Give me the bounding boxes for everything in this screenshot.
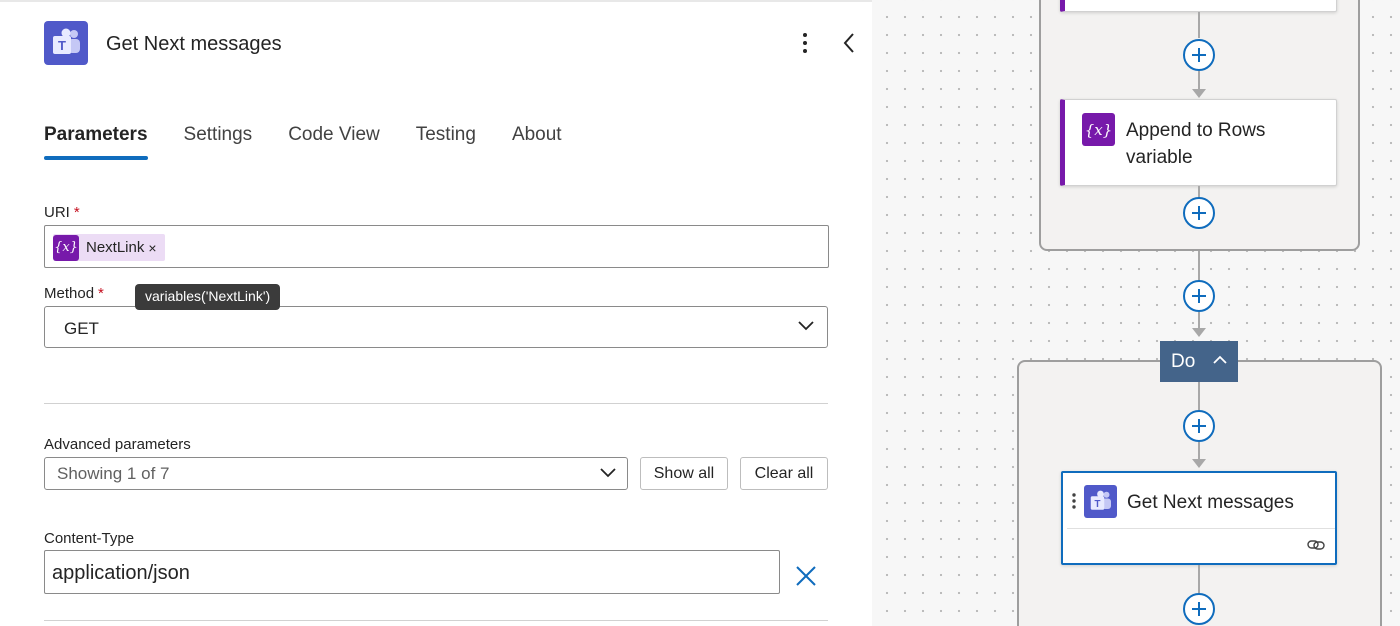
append-card-title: Append to Rows variable bbox=[1126, 117, 1265, 171]
method-label: Method * bbox=[44, 285, 104, 302]
method-required-mark: * bbox=[98, 285, 104, 302]
collapse-panel-icon[interactable] bbox=[838, 30, 862, 56]
advanced-parameters-label: Advanced parameters bbox=[44, 436, 191, 453]
add-action-button[interactable] bbox=[1183, 197, 1215, 229]
link-icon[interactable] bbox=[1306, 537, 1326, 553]
content-type-input[interactable]: application/json bbox=[44, 550, 780, 594]
svg-text:T: T bbox=[58, 38, 66, 53]
uri-input[interactable]: {x} NextLink × bbox=[44, 225, 829, 268]
variable-icon: {x} bbox=[53, 234, 79, 261]
chevron-up-icon[interactable] bbox=[1212, 355, 1228, 365]
token-remove-icon[interactable]: × bbox=[148, 240, 156, 256]
tab-settings[interactable]: Settings bbox=[184, 124, 253, 160]
content-type-label: Content-Type bbox=[44, 530, 135, 547]
tab-testing[interactable]: Testing bbox=[416, 124, 476, 160]
connector-arrow bbox=[1192, 328, 1206, 337]
uri-label-text: URI bbox=[44, 204, 70, 221]
connector-line bbox=[1198, 312, 1200, 329]
connector-line bbox=[1198, 12, 1200, 38]
previous-action-card[interactable] bbox=[1060, 0, 1337, 12]
do-scope-header[interactable]: Do bbox=[1160, 341, 1238, 382]
chevron-down-icon bbox=[600, 468, 616, 478]
divider bbox=[44, 403, 828, 404]
drag-handle-icon[interactable] bbox=[1071, 492, 1077, 510]
method-select[interactable]: GET bbox=[44, 306, 828, 348]
connector-line bbox=[1198, 251, 1200, 281]
method-value: GET bbox=[64, 319, 99, 338]
connector-line bbox=[1198, 442, 1200, 460]
add-action-button[interactable] bbox=[1183, 280, 1215, 312]
tab-parameters[interactable]: Parameters bbox=[44, 124, 148, 160]
tab-code-view[interactable]: Code View bbox=[288, 124, 380, 160]
tab-about[interactable]: About bbox=[512, 124, 562, 160]
connector-line bbox=[1198, 565, 1200, 593]
uri-label: URI * bbox=[44, 204, 80, 221]
advanced-parameters-value: Showing 1 of 7 bbox=[57, 464, 170, 483]
panel-tabs: Parameters Settings Code View Testing Ab… bbox=[44, 124, 598, 160]
teams-icon: T bbox=[1084, 485, 1117, 518]
variable-icon: {x} bbox=[1082, 113, 1115, 146]
svg-text:T: T bbox=[1095, 499, 1101, 510]
connector-arrow bbox=[1192, 89, 1206, 98]
connector-arrow bbox=[1192, 459, 1206, 468]
action-details-panel: T Get Next messages Parameters Settings … bbox=[0, 0, 872, 626]
more-options-icon[interactable] bbox=[794, 30, 816, 56]
uri-required-mark: * bbox=[73, 204, 80, 221]
method-label-text: Method bbox=[44, 285, 95, 302]
nextlink-token[interactable]: {x} NextLink × bbox=[53, 234, 165, 261]
get-next-messages-card[interactable]: T Get Next messages bbox=[1061, 471, 1337, 565]
append-to-rows-card[interactable]: {x} Append to Rows variable bbox=[1060, 99, 1337, 186]
connector-line bbox=[1198, 71, 1200, 91]
token-label: NextLink bbox=[86, 239, 145, 256]
divider bbox=[44, 620, 828, 621]
show-all-button[interactable]: Show all bbox=[640, 457, 728, 490]
get-next-card-title: Get Next messages bbox=[1127, 492, 1294, 513]
connector-line bbox=[1198, 382, 1200, 410]
add-action-button[interactable] bbox=[1183, 593, 1215, 625]
clear-all-button[interactable]: Clear all bbox=[740, 457, 828, 490]
do-label: Do bbox=[1171, 351, 1196, 372]
advanced-parameters-select[interactable]: Showing 1 of 7 bbox=[44, 457, 628, 490]
card-divider bbox=[1067, 528, 1335, 529]
designer-canvas[interactable]: {x} Append to Rows variable Do T Get Nex… bbox=[872, 0, 1400, 626]
token-tooltip: variables('NextLink') bbox=[135, 284, 281, 310]
chevron-down-icon bbox=[798, 321, 814, 331]
add-action-button[interactable] bbox=[1183, 410, 1215, 442]
teams-icon: T bbox=[44, 21, 88, 65]
append-card-title-line2: variable bbox=[1126, 147, 1193, 168]
add-action-button[interactable] bbox=[1183, 39, 1215, 71]
append-card-title-line1: Append to Rows bbox=[1126, 120, 1266, 141]
remove-parameter-icon[interactable] bbox=[794, 564, 818, 588]
panel-title: Get Next messages bbox=[106, 33, 282, 55]
